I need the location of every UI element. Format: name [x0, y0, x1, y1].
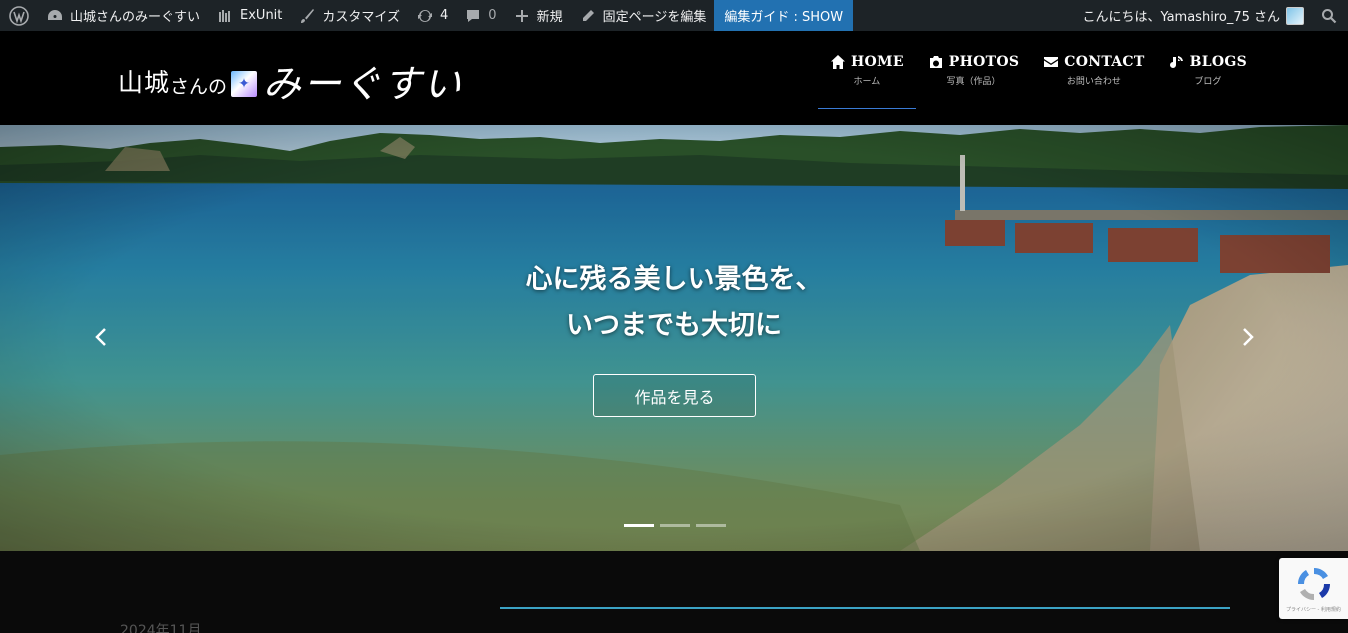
home-icon [831, 54, 845, 69]
pencil-icon [579, 7, 597, 25]
view-works-button[interactable]: 作品を見る [593, 374, 756, 417]
customize-menu[interactable]: カスタマイズ [290, 0, 408, 31]
content-area: 2024年11月 [0, 551, 1348, 633]
edit-guide-toggle[interactable]: 編集ガイド : SHOW [714, 0, 854, 31]
greeting-label: こんにちは、Yamashiro_75 さん [1082, 10, 1280, 25]
section-divider [500, 607, 1230, 609]
updates-icon [416, 7, 434, 25]
hero-heading: 心に残る美しい景色を、 いつまでも大切に [0, 257, 1348, 349]
nav-sublabel: ブログ [1194, 76, 1222, 87]
nav-label: HOME [851, 53, 904, 70]
admin-bar: 山城さんのみーぐすい ExUnit カスタマイズ 4 0 新規 固定ページを編集… [0, 0, 1348, 31]
post-date: 2024年11月 [120, 623, 202, 633]
site-name-menu[interactable]: 山城さんのみーぐすい [38, 0, 208, 31]
edit-page-menu[interactable]: 固定ページを編集 [571, 0, 715, 31]
wordpress-menu[interactable] [0, 0, 38, 31]
chevron-left-icon [95, 328, 106, 346]
logo-script-text: みーぐすい [263, 62, 464, 106]
logo-small-text: さんの [170, 76, 228, 98]
comment-bubble-icon [464, 7, 482, 25]
nav-sublabel: ホーム [853, 76, 881, 87]
slider-dot-2[interactable] [660, 524, 690, 527]
wordpress-logo-icon [8, 5, 30, 27]
nav-sublabel: 写真（作品） [946, 76, 1001, 87]
nav-item-photos[interactable]: PHOTOS 写真（作品） [916, 31, 1031, 109]
slider-next-button[interactable] [1238, 325, 1258, 349]
new-label: 新規 [536, 10, 563, 25]
recaptcha-terms[interactable]: プライバシー - 利用規約 [1286, 606, 1341, 613]
nav-label: CONTACT [1064, 53, 1145, 70]
logo-emblem-icon: ✦ [231, 71, 258, 97]
updates-menu[interactable]: 4 [408, 0, 456, 31]
nav-item-contact[interactable]: CONTACT お問い合わせ [1031, 31, 1156, 109]
edit-page-label: 固定ページを編集 [602, 10, 707, 25]
nav-item-blogs[interactable]: BLOGS ブログ [1157, 31, 1259, 109]
site-name-label: 山城さんのみーぐすい [70, 10, 201, 25]
chevron-right-icon [1243, 328, 1254, 346]
nav-label: BLOGS [1189, 53, 1248, 70]
comments-menu[interactable]: 0 [456, 0, 504, 31]
avatar [1286, 6, 1304, 25]
hero-line-1: 心に残る美しい景色を、 [525, 264, 823, 295]
nav-label: PHOTOS [948, 53, 1020, 70]
slider-dot-3[interactable] [696, 524, 726, 527]
exunit-label: ExUnit [240, 8, 283, 23]
nav-item-home[interactable]: HOME ホーム [818, 31, 916, 109]
recaptcha-badge[interactable]: プライバシー - 利用規約 [1279, 558, 1348, 619]
slider-prev-button[interactable] [91, 325, 111, 349]
exunit-icon [216, 7, 234, 25]
slider-pagination [624, 524, 732, 527]
slider-dot-1[interactable] [624, 524, 654, 527]
plus-icon [513, 7, 531, 25]
new-content-menu[interactable]: 新規 [505, 0, 571, 31]
dashboard-gauge-icon [46, 7, 64, 25]
admin-search[interactable] [1312, 0, 1348, 31]
customize-label: カスタマイズ [322, 10, 401, 25]
site-header: 山城 さんの ✦ みーぐすい HOME ホーム PHOTOS 写真（作品） CO… [0, 31, 1348, 125]
logo-main-text: 山城 [118, 68, 171, 97]
edit-guide-label: 編集ガイド : SHOW [724, 10, 844, 25]
blog-icon [1169, 55, 1183, 68]
updates-count: 4 [440, 8, 449, 23]
hero-line-2: いつまでも大切に [566, 310, 782, 341]
site-logo[interactable]: 山城 さんの ✦ みーぐすい [118, 49, 463, 105]
search-icon [1320, 7, 1338, 25]
camera-icon [929, 55, 942, 68]
paintbrush-icon [298, 7, 316, 25]
recaptcha-icon [1297, 567, 1330, 601]
envelope-icon [1044, 56, 1059, 67]
main-nav: HOME ホーム PHOTOS 写真（作品） CONTACT お問い合わせ BL… [818, 31, 1259, 125]
my-account-menu[interactable]: こんにちは、Yamashiro_75 さん [1074, 0, 1312, 31]
hero-slider: 心に残る美しい景色を、 いつまでも大切に 作品を見る [0, 125, 1348, 551]
exunit-menu[interactable]: ExUnit [208, 0, 290, 31]
nav-sublabel: お問い合わせ [1066, 76, 1121, 87]
admin-bar-right: こんにちは、Yamashiro_75 さん [1074, 0, 1348, 31]
comments-count: 0 [488, 8, 497, 23]
